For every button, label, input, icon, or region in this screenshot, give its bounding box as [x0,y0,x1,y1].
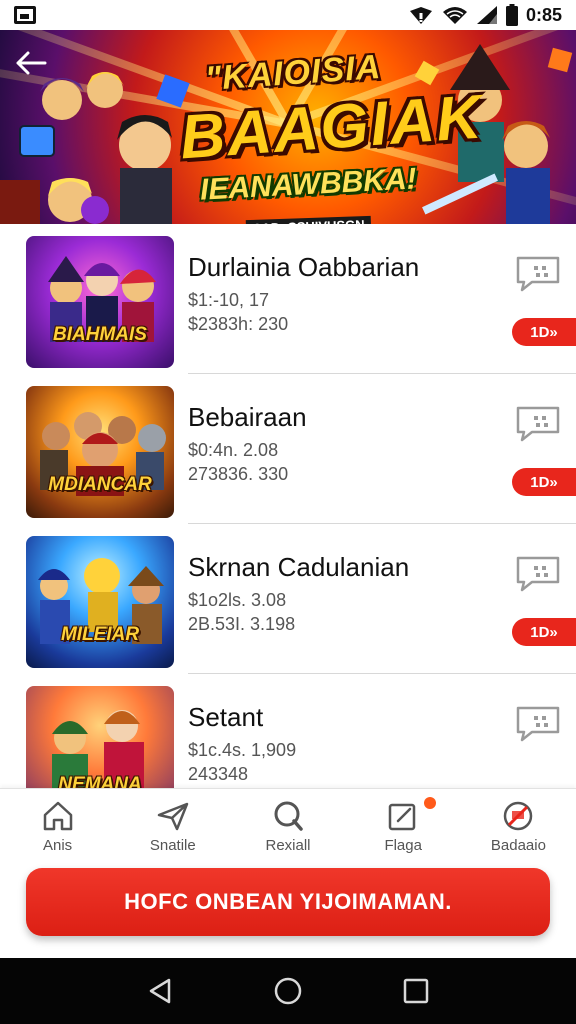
item-price: $1o2ls. 3.08 [188,590,287,610]
thumbnail-label: NEMANA [58,774,142,788]
item-price: $0:4n. 2.08 [188,440,279,460]
item-price: $1:-10, 17 [188,290,270,310]
nav-item-edit[interactable]: Flaga [346,789,461,860]
cellular-icon [476,6,497,24]
back-icon[interactable] [145,976,175,1006]
game-list: BIAHMAIS Durlainia Oabbarian $1:-10, 17 … [0,224,576,788]
game-thumbnail[interactable]: BIAHMAIS [26,236,174,368]
blocked-icon [504,801,533,831]
thumbnail-label: MILEIAR [60,624,140,645]
system-navigation-bar [0,958,576,1024]
cta-area: HOFC ONBEAN YIJOIMAMAN. [0,860,576,958]
item-title: Setant [188,702,264,732]
nav-label: Anis [43,837,73,854]
chat-bubble-icon[interactable] [514,254,562,294]
thumbnail-label: BIAHMAIS [53,324,147,345]
primary-cta-button[interactable]: HOFC ONBEAN YIJOIMAMAN. [26,868,550,936]
battery-icon [505,4,518,26]
gallery-icon [14,6,36,24]
game-thumbnail[interactable]: MILEIAR [26,536,174,668]
item-meta: $2383h: 230 [188,314,289,334]
item-meta: 273836. 330 [188,464,289,484]
list-item[interactable]: BIAHMAIS Durlainia Oabbarian $1:-10, 17 … [0,224,576,374]
notification-badge [423,797,436,809]
status-icons: 0:85 [408,4,562,26]
nav-item-search[interactable]: Rexiall [230,789,345,860]
home-icon [43,801,72,831]
tag-button[interactable]: 1D» [512,468,576,496]
send-icon [157,802,189,831]
item-meta: 2B.53I. 3.198 [188,614,296,634]
list-item[interactable]: NEMANA Setant $1c.4s. 1,909 243348 [0,674,576,788]
chat-bubble-icon[interactable] [514,704,562,744]
chat-bubble-icon[interactable] [514,404,562,444]
recents-icon[interactable] [401,976,431,1006]
app-screen: 0:85 "KAIOISIA BAAGIAK IEANAWBBKA! BIAHM… [0,0,576,1024]
game-thumbnail[interactable]: MDIANCAR [26,386,174,518]
nav-item-home[interactable]: Anis [0,789,115,860]
thumbnail-label: MDIANCAR [48,474,152,495]
list-item[interactable]: MDIANCAR Bebairaan $0:4n. 2.08 273836. 3… [0,374,576,524]
nav-label: Rexiall [265,837,311,854]
status-time: 0:85 [525,4,562,25]
nav-item-send[interactable]: Snatile [115,789,230,860]
tag-button[interactable]: 1D» [512,318,576,346]
tag-button[interactable]: 1D» [512,618,576,646]
item-meta: 243348 [188,764,249,784]
wifi-icon [442,7,467,24]
edit-icon [388,803,416,831]
home-circle-icon[interactable] [273,976,303,1006]
list-item[interactable]: MILEIAR Skrnan Cadulanian $1o2ls. 3.08 2… [0,524,576,674]
nav-label: Snatile [149,837,196,854]
bottom-navigation: Anis Snatile Rexiall Flaga Badaaio [0,788,576,860]
search-icon [274,801,303,831]
banner-subtitle: CAD. CSHIVUSGN [245,215,371,224]
nav-item-blocked[interactable]: Badaaio [461,789,576,860]
nav-label: Badaaio [490,837,546,854]
item-title: Durlainia Oabbarian [188,252,420,282]
hero-banner: "KAIOISIA BAAGIAK IEANAWBBKA! CAD. CSHIV… [0,30,576,224]
item-title: Skrnan Cadulanian [188,552,410,582]
back-button[interactable] [12,46,50,80]
game-thumbnail[interactable]: NEMANA [26,686,174,788]
arrow-left-icon [16,51,47,75]
nav-label: Flaga [384,837,422,854]
item-title: Bebairaan [188,402,307,432]
chat-bubble-icon[interactable] [514,554,562,594]
item-price: $1c.4s. 1,909 [188,740,297,760]
signal-icon [409,7,432,24]
status-bar: 0:85 [0,0,576,30]
